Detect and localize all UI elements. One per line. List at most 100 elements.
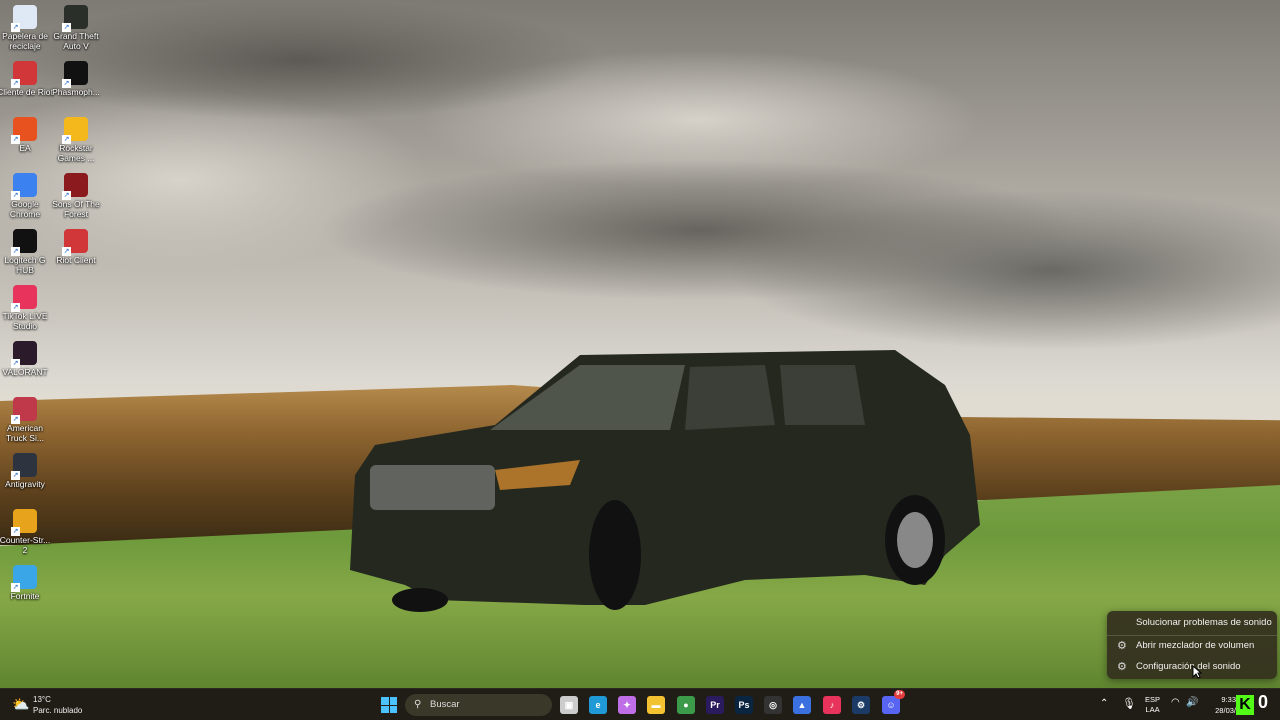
desktop-icon[interactable]: VALORANT <box>0 341 53 377</box>
valorant-icon <box>11 341 37 368</box>
cs2-icon <box>11 509 37 536</box>
steam-icon: ⚙ <box>856 700 866 710</box>
taskbar-app-chrome[interactable]: ● <box>677 696 695 714</box>
desktop-icon[interactable]: Google Chrome <box>0 173 53 219</box>
desktop-icon-label: American Truck Si... <box>6 423 44 443</box>
desktop-icon[interactable]: Antigravity <box>0 453 53 489</box>
desktop-icon-label: Antigravity <box>5 479 45 489</box>
overlay-k-logo: K <box>1236 695 1254 715</box>
chrome-icon <box>11 173 37 200</box>
edge-icon: e <box>595 700 601 710</box>
gta-icon <box>62 5 88 32</box>
desktop-icon-label: Phasmoph... <box>52 87 100 97</box>
desktop-icon-label: Rockstar Games ... <box>57 143 95 163</box>
tiktok-icon: ♪ <box>829 700 835 710</box>
gear-icon: ⚙ <box>1117 661 1127 673</box>
menu-item-volume-mixer[interactable]: ⚙ Abrir mezclador de volumen <box>1107 636 1277 656</box>
desktop-icon-label: TikTok LIVE Studio <box>2 311 48 331</box>
desktop-icon-label: Google Chrome <box>9 199 41 219</box>
desktop-icon-label: Sons Of The Forest <box>52 199 100 219</box>
desktop-icon[interactable]: Counter-Str... 2 <box>0 509 53 555</box>
desktop-icon[interactable]: American Truck Si... <box>0 397 53 443</box>
desktop-icon-label: Fortnite <box>10 591 40 601</box>
phasmophobia-icon <box>62 61 88 88</box>
desktop-icon[interactable]: Riot Client <box>48 229 104 265</box>
photoshop-icon: Ps <box>738 700 750 710</box>
show-hidden-icons-chevron[interactable]: ⌃ <box>1100 698 1108 709</box>
taskbar-app-antigravity[interactable]: ▲ <box>793 696 811 714</box>
taskbar-app-photoshop[interactable]: Ps <box>735 696 753 714</box>
truck-icon <box>11 397 37 424</box>
lang-bottom: LAA <box>1145 705 1160 714</box>
menu-item-troubleshoot-sound[interactable]: Solucionar problemas de sonido <box>1107 613 1277 633</box>
desktop-icon[interactable]: Papelera de reciclaje <box>0 5 53 51</box>
desktop-icon[interactable]: Sons Of The Forest <box>48 173 104 219</box>
desktop-icon-label: Grand Theft Auto V <box>53 31 99 51</box>
taskbar: ⛅ 13°C Parc. nublado ⚲ Buscar ▣ e ✦ ▬ ● Pr Ps ◎ ▲… <box>0 688 1280 720</box>
weather-desc: Parc. nublado <box>33 706 83 715</box>
rockstar-icon <box>62 117 88 144</box>
search-box[interactable]: ⚲ Buscar <box>405 694 552 716</box>
taskbar-app-premiere[interactable]: Pr <box>706 696 724 714</box>
recycle-bin-icon <box>11 5 37 32</box>
riot-icon <box>11 61 37 88</box>
obs-icon: ◎ <box>769 700 777 710</box>
desktop-icon-label: EA <box>19 143 31 153</box>
premiere-icon: Pr <box>710 700 720 710</box>
weather-widget[interactable]: ⛅ 13°C Parc. nublado <box>10 693 100 717</box>
menu-item-label: Abrir mezclador de volumen <box>1136 640 1255 651</box>
taskbar-app-obs[interactable]: ◎ <box>764 696 782 714</box>
menu-item-label: Solucionar problemas de sonido <box>1136 617 1272 628</box>
gear-icon: ⚙ <box>1117 640 1127 652</box>
menu-item-label: Configuración del sonido <box>1136 661 1241 672</box>
tiktok-live-icon <box>11 285 37 312</box>
taskbar-app-edge[interactable]: e <box>589 696 607 714</box>
desktop-icon[interactable]: Logitech G HUB <box>0 229 53 275</box>
volume-icon[interactable]: 🔊 <box>1186 697 1198 708</box>
desktop-icon-label: Riot Client <box>56 255 96 265</box>
desktop-icon-label: Cliente de Riot <box>0 87 53 97</box>
desktop-icon[interactable]: Cliente de Riot <box>0 61 53 97</box>
taskbar-app-tiktok[interactable]: ♪ <box>823 696 841 714</box>
ea-icon <box>11 117 37 144</box>
task-view-icon: ▣ <box>564 700 574 710</box>
riot-client-icon <box>62 229 88 256</box>
taskbar-app-task-view[interactable]: ▣ <box>560 696 578 714</box>
taskbar-app-steam[interactable]: ⚙ <box>852 696 870 714</box>
file-explorer-icon: ▬ <box>651 700 661 710</box>
mouse-cursor-icon <box>1192 665 1202 679</box>
taskbar-app-discord[interactable]: ☺ 9+ <box>882 690 905 714</box>
antigravity-icon: ▲ <box>797 700 807 710</box>
copilot-icon: ✦ <box>623 700 631 710</box>
desktop-icon[interactable]: EA <box>0 117 53 153</box>
desktop-icon[interactable]: Phasmoph... <box>48 61 104 97</box>
search-placeholder: Buscar <box>430 699 460 710</box>
clock-date: 28/03/ <box>1215 706 1236 715</box>
desktop-icon[interactable]: Rockstar Games ... <box>48 117 104 163</box>
desktop-icon-label: Papelera de reciclaje <box>2 31 48 51</box>
sons-forest-icon <box>62 173 88 200</box>
desktop-icon[interactable]: TikTok LIVE Studio <box>0 285 53 331</box>
desktop-icon[interactable]: Fortnite <box>0 565 53 601</box>
notification-count[interactable]: 0 <box>1258 692 1268 713</box>
start-button[interactable] <box>381 697 397 713</box>
search-icon: ⚲ <box>414 699 422 710</box>
clock[interactable]: 9:33 28/03/ <box>1208 694 1236 716</box>
weather-temp: 13°C <box>33 695 51 704</box>
desktop-icon-label: VALORANT <box>2 367 48 377</box>
microphone-icon[interactable]: 🎙 <box>1122 697 1136 710</box>
chrome-icon: ● <box>683 700 689 710</box>
taskbar-app-copilot[interactable]: ✦ <box>618 696 636 714</box>
discord-badge: 9+ <box>894 690 905 699</box>
input-language[interactable]: ESP LAA <box>1145 695 1160 715</box>
wifi-icon[interactable]: ◠ <box>1171 697 1180 708</box>
taskbar-app-file-explorer[interactable]: ▬ <box>647 696 665 714</box>
desktop-icon[interactable]: Grand Theft Auto V <box>48 5 104 51</box>
partly-cloudy-icon: ⛅ <box>12 696 30 712</box>
lang-top: ESP <box>1145 695 1161 704</box>
fortnite-icon <box>11 565 37 592</box>
desktop-icon-label: Logitech G HUB <box>4 255 46 275</box>
desktop-icon-label: Counter-Str... 2 <box>0 535 51 555</box>
wallpaper-suv <box>350 350 980 612</box>
clock-time: 9:33 <box>1221 695 1236 704</box>
